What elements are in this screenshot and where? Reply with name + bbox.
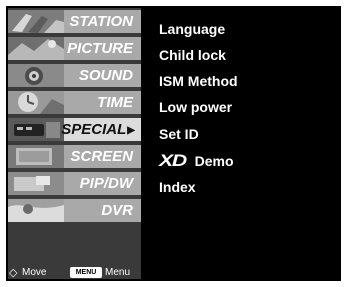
submenu-arrow-icon: ▶: [127, 125, 135, 136]
submenu-item-child-lock[interactable]: Child lock: [159, 47, 226, 63]
dvr-thumbnail-icon: [8, 199, 64, 222]
menu-item-picture[interactable]: PICTURE: [8, 37, 141, 60]
menu-item-label: PIP/DW: [79, 175, 133, 192]
menu-item-label: SCREEN: [70, 148, 133, 165]
submenu-item-label: Demo: [194, 153, 234, 169]
submenu-item-set-id[interactable]: Set ID: [159, 126, 199, 142]
menu-item-label: SPECIAL▶: [61, 121, 135, 138]
sound-thumbnail-icon: [8, 64, 64, 87]
menu-item-label: DVR: [101, 202, 133, 219]
xd-logo: XD: [159, 151, 187, 170]
submenu-item-low-power[interactable]: Low power: [159, 99, 232, 115]
menu-item-label: STATION: [69, 13, 133, 30]
move-hint-label: Move: [22, 267, 47, 278]
menu-item-sound[interactable]: SOUND: [8, 64, 141, 87]
menu-key-icon: MENU: [70, 267, 102, 278]
station-thumbnail-icon: [8, 10, 64, 33]
time-thumbnail-icon: [8, 91, 64, 114]
menu-item-dvr[interactable]: DVR: [8, 199, 141, 222]
menu-item-station[interactable]: STATION: [8, 10, 141, 33]
pip-thumbnail-icon: [8, 172, 64, 195]
screen-thumbnail-icon: [8, 145, 64, 168]
submenu-item-index[interactable]: Index: [159, 179, 196, 195]
picture-thumbnail-icon: [8, 37, 64, 60]
menu-item-pip-dw[interactable]: PIP/DW: [8, 172, 141, 195]
submenu-item-language[interactable]: Language: [159, 21, 225, 37]
menu-item-screen[interactable]: SCREEN: [8, 145, 141, 168]
menu-item-label: PICTURE: [67, 40, 133, 57]
menu-item-special[interactable]: SPECIAL▶: [8, 118, 141, 141]
menu-footer-hint: ◇ Move MENU Menu: [8, 266, 141, 280]
menu-item-label: SOUND: [78, 67, 133, 84]
move-navigation-icon: ◇: [9, 267, 18, 279]
special-thumbnail-icon: [8, 118, 64, 141]
menu-hint-label: Menu: [105, 267, 131, 278]
submenu-item-xd-demo[interactable]: XD Demo: [159, 151, 234, 171]
menu-item-time[interactable]: TIME: [8, 91, 141, 114]
submenu-item-ism-method[interactable]: ISM Method: [159, 73, 238, 89]
menu-item-label: TIME: [97, 94, 133, 111]
